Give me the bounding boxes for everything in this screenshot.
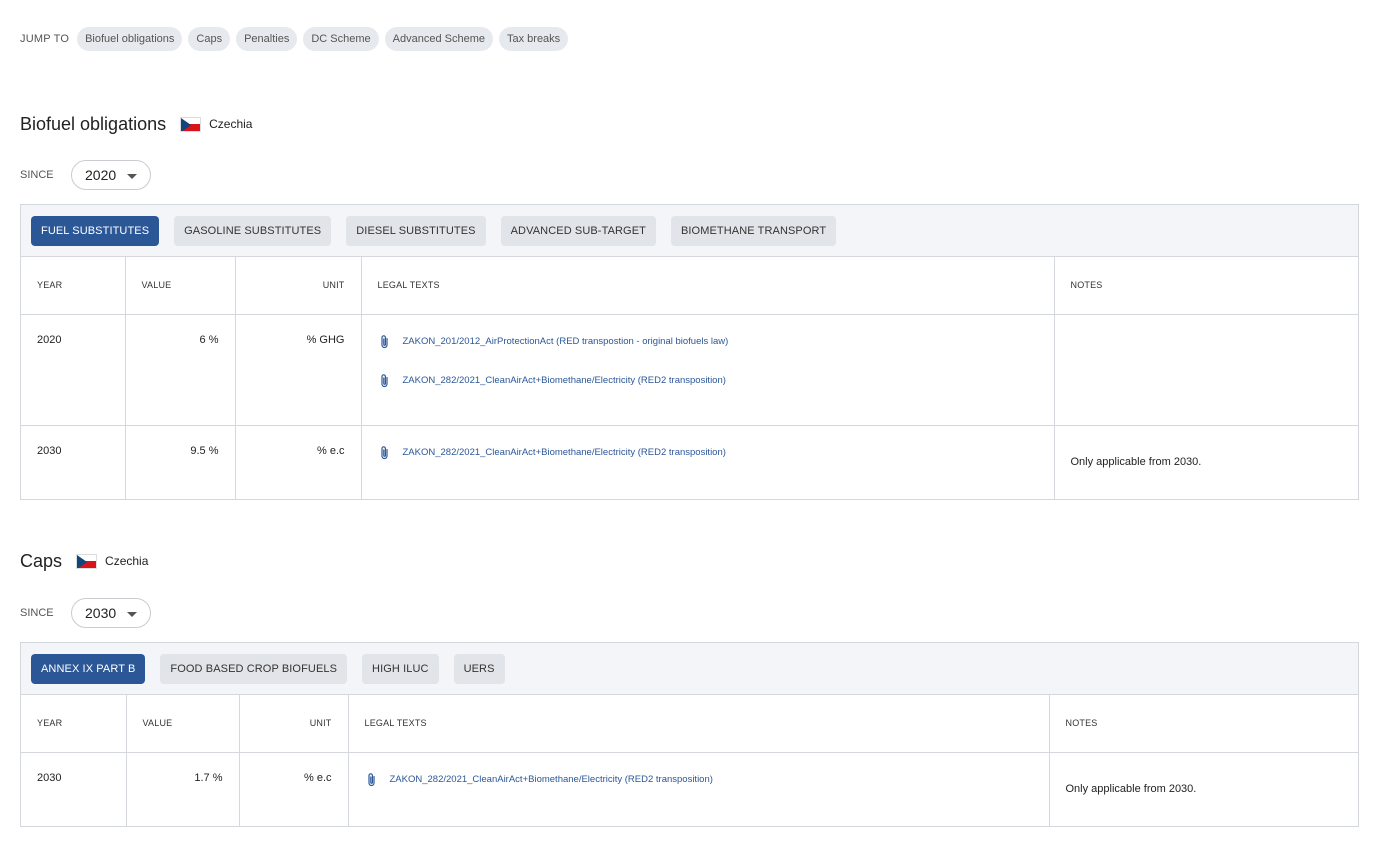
column-header-unit: UNIT [239,695,349,753]
since-year-select[interactable]: 2020 [71,160,151,190]
legal-text-label: ZAKON_282/2021_CleanAirAct+Biomethane/El… [402,375,726,386]
chevron-down-icon [127,612,137,617]
table-row: 2030 9.5 % % e.c ZAKON_282/2021_CleanAir… [21,425,1358,499]
paperclip-icon [380,445,388,459]
czech-flag-icon [76,553,98,569]
jump-chip-penalties[interactable]: Penalties [236,27,298,51]
jump-chip-tax-breaks[interactable]: Tax breaks [498,27,569,51]
legal-text-link[interactable]: ZAKON_201/2012_AirProtectionAct (RED tra… [378,330,1038,354]
cell-unit: % e.c [239,752,349,826]
column-header-notes: NOTES [1049,695,1358,753]
cell-value: 1.7 % [126,752,240,826]
since-filter: SINCE 2030 [20,598,151,628]
legal-text-link[interactable]: ZAKON_282/2021_CleanAirAct+Biomethane/El… [378,369,1038,393]
tab-bar: FUEL SUBSTITUTES GASOLINE SUBSTITUTES DI… [21,205,1358,257]
tab-advanced-sub-target[interactable]: ADVANCED SUB-TARGET [500,215,656,246]
tab-annex-ix-part-b[interactable]: ANNEX IX PART B [31,653,146,684]
section-title: Biofuel obligations [20,113,167,134]
jump-to-label: JUMP TO [20,33,70,45]
cell-notes: Only applicable from 2030. [1070,456,1202,469]
legal-text-label: ZAKON_282/2021_CleanAirAct+Biomethane/El… [389,774,713,785]
legal-text-label: ZAKON_282/2021_CleanAirAct+Biomethane/El… [402,447,726,458]
column-header-legal-texts: LEGAL TEXTS [348,695,1050,753]
column-header-value: VALUE [125,257,236,315]
data-table: YEAR VALUE UNIT LEGAL TEXTS NOTES 2020 6… [21,257,1358,499]
jump-chip-caps[interactable]: Caps [188,27,231,51]
since-label: SINCE [20,607,54,619]
column-header-notes: NOTES [1054,257,1358,315]
tab-diesel-substitutes[interactable]: DIESEL SUBSTITUTES [346,215,486,246]
jump-to-bar: JUMP TO Biofuel obligations Caps Penalti… [20,27,569,51]
data-table: YEAR VALUE UNIT LEGAL TEXTS NOTES 2030 1… [21,695,1358,826]
cell-unit: % GHG [235,314,362,426]
tab-food-based-crop-biofuels[interactable]: FOOD BASED CROP BIOFUELS [160,653,348,684]
since-year-value: 2020 [85,167,117,183]
tab-bar: ANNEX IX PART B FOOD BASED CROP BIOFUELS… [21,643,1358,695]
paperclip-icon [380,373,388,387]
country-name: Czechia [105,554,149,568]
cell-legal-texts: ZAKON_282/2021_CleanAirAct+Biomethane/El… [361,425,1055,499]
column-header-unit: UNIT [235,257,362,315]
cell-year: 2030 [21,752,127,826]
column-header-year: YEAR [21,257,126,315]
chevron-down-icon [127,174,137,179]
paperclip-icon [367,772,375,786]
caps-panel: ANNEX IX PART B FOOD BASED CROP BIOFUELS… [20,642,1359,827]
tab-fuel-substitutes[interactable]: FUEL SUBSTITUTES [31,215,160,246]
cell-value: 6 % [125,314,236,426]
since-year-value: 2030 [85,605,117,621]
legal-text-link[interactable]: ZAKON_282/2021_CleanAirAct+Biomethane/El… [365,768,1033,792]
legal-text-link[interactable]: ZAKON_282/2021_CleanAirAct+Biomethane/El… [378,441,1038,465]
cell-notes: Only applicable from 2030. [1065,783,1197,796]
cell-year: 2020 [21,314,126,426]
jump-chip-dc-scheme[interactable]: DC Scheme [303,27,379,51]
since-filter: SINCE 2020 [20,160,151,190]
table-row: 2020 6 % % GHG ZAKON_201/2012_AirProtect… [21,314,1358,426]
cell-notes [1054,314,1358,426]
jump-chip-advanced-scheme[interactable]: Advanced Scheme [384,27,493,51]
tab-biomethane-transport[interactable]: BIOMETHANE TRANSPORT [670,215,837,246]
cell-legal-texts: ZAKON_282/2021_CleanAirAct+Biomethane/El… [348,752,1050,826]
tab-high-iluc[interactable]: HIGH ILUC [362,653,439,684]
czech-flag-icon [180,116,202,132]
since-label: SINCE [20,169,54,181]
biofuel-obligations-panel: FUEL SUBSTITUTES GASOLINE SUBSTITUTES DI… [20,204,1359,500]
country-name: Czechia [209,117,253,131]
tab-gasoline-substitutes[interactable]: GASOLINE SUBSTITUTES [174,215,332,246]
jump-chip-biofuel-obligations[interactable]: Biofuel obligations [77,27,183,51]
legal-text-label: ZAKON_201/2012_AirProtectionAct (RED tra… [402,336,729,347]
cell-year: 2030 [21,425,126,499]
tab-uers[interactable]: UERS [453,653,505,684]
column-header-value: VALUE [126,695,240,753]
cell-legal-texts: ZAKON_201/2012_AirProtectionAct (RED tra… [361,314,1055,426]
cell-value: 9.5 % [125,425,236,499]
table-row: 2030 1.7 % % e.c ZAKON_282/2021_CleanAir… [21,752,1358,826]
paperclip-icon [380,334,388,348]
section-header-caps: Caps Czechia [20,550,148,572]
column-header-year: YEAR [21,695,127,753]
section-header-biofuel-obligations: Biofuel obligations Czechia [20,113,252,135]
since-year-select[interactable]: 2030 [71,598,151,628]
cell-unit: % e.c [235,425,362,499]
column-header-legal-texts: LEGAL TEXTS [361,257,1055,315]
section-title: Caps [20,550,63,571]
